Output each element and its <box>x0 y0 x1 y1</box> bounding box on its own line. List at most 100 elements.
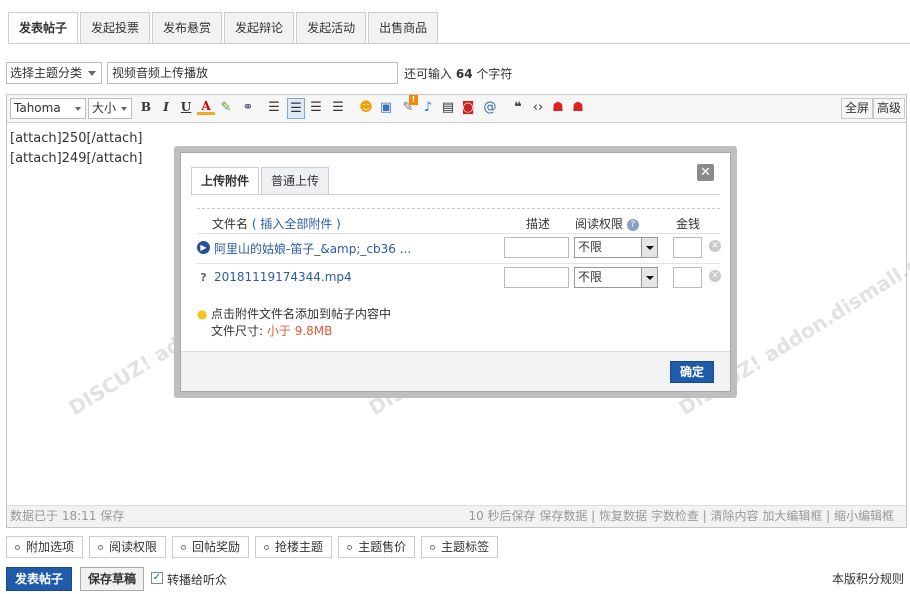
editor-statusbar: 数据已于 18:11 保存 10 秒后保存 保存数据 | 恢复数据 字数检查 |… <box>7 505 906 527</box>
fullscreen-button[interactable]: 全屏 <box>841 98 874 119</box>
close-icon[interactable]: ✕ <box>697 164 714 181</box>
option-label: 主题售价 <box>358 540 407 554</box>
qq-icon[interactable]: ☗ <box>549 98 567 119</box>
align-center-icon[interactable]: ☰ <box>287 98 305 119</box>
dialog-divider <box>197 208 720 209</box>
subject-row: 选择主题分类 视频音频上传播放 还可输入 64 个字符 <box>6 62 910 84</box>
attachment-filename[interactable]: 阿里山的姑娘-笛子_&amp;_cb36 ... <box>214 240 411 257</box>
justify-icon[interactable]: ☰ <box>329 98 347 119</box>
save-draft-button[interactable]: 保存草稿 <box>80 567 144 591</box>
money-input[interactable] <box>673 237 702 258</box>
align-left-icon[interactable]: ☰ <box>265 98 283 119</box>
submit-post-button[interactable]: 发表帖子 <box>6 567 72 591</box>
code-icon[interactable]: ‹› <box>529 98 547 119</box>
subject-input[interactable]: 视频音频上传播放 <box>107 62 398 84</box>
permission-select[interactable]: 不限 <box>574 267 658 288</box>
italic-icon[interactable]: I <box>157 98 175 119</box>
flash-icon[interactable]: ◙ <box>459 98 477 119</box>
post-type-tabs: 发表帖子 发起投票 发布悬赏 发起辩论 发起活动 出售商品 <box>8 12 439 44</box>
option-extra[interactable]: 附加选项 <box>6 536 84 558</box>
video-icon[interactable]: ▤ <box>439 98 457 119</box>
font-family-select[interactable]: Tahoma <box>10 98 86 119</box>
font-size-label: 大小 <box>92 101 117 115</box>
chevron-down-icon <box>75 107 81 111</box>
tab-activity[interactable]: 发起活动 <box>296 12 367 43</box>
quote-icon[interactable]: ❝ <box>509 98 527 119</box>
editor-line: [attach]249[/attach] <box>10 151 143 166</box>
qq-group-icon[interactable]: ☗ <box>569 98 587 119</box>
option-label: 抢楼主题 <box>275 540 324 554</box>
at-icon[interactable]: @ <box>481 98 499 119</box>
option-reply-reward[interactable]: 回帖奖励 <box>172 536 250 558</box>
col-filename-label: 文件名 <box>212 217 249 231</box>
bullet-icon <box>181 545 187 550</box>
play-icon: ▶ <box>197 241 210 254</box>
upload-tabs: 上传附件 普通上传 <box>191 167 330 195</box>
col-desc: 描述 <box>526 217 551 231</box>
remain-suffix: 个字符 <box>476 67 513 81</box>
align-right-icon[interactable]: ☰ <box>307 98 325 119</box>
col-perm: 阅读权限 ? <box>575 215 639 232</box>
help-icon[interactable]: ? <box>626 218 639 231</box>
font-size-select[interactable]: 大小 <box>88 98 132 119</box>
dialog-footer: 确定 <box>181 351 730 391</box>
option-read-permission[interactable]: 阅读权限 <box>89 536 167 558</box>
permission-value: 不限 <box>578 270 603 284</box>
category-select[interactable]: 选择主题分类 <box>6 62 102 84</box>
underline-icon[interactable]: U <box>177 98 195 119</box>
tip-text: 点击附件文件名添加到帖子内容中 <box>211 307 392 321</box>
remain-count: 64 <box>455 67 473 81</box>
option-tags[interactable]: 主题标签 <box>421 536 499 558</box>
font-color-icon[interactable]: A <box>197 98 215 115</box>
chevron-down-icon <box>641 268 657 287</box>
editor-toolbar: Tahoma 大小 B I U A ✎ ⚭ ☰ ☰ ☰ ☰ ☻ ▣ ✎ ! ♪ … <box>7 95 906 123</box>
option-floor-grab[interactable]: 抢楼主题 <box>255 536 333 558</box>
tabs-divider <box>8 43 910 44</box>
confirm-button[interactable]: 确定 <box>670 361 714 383</box>
permission-select[interactable]: 不限 <box>574 237 658 258</box>
chevron-down-icon <box>121 107 127 111</box>
attachment-filename[interactable]: 20181119174344.mp4 <box>214 270 352 284</box>
tab-reward[interactable]: 发布悬赏 <box>152 12 223 43</box>
extra-options: 附加选项 阅读权限 回帖奖励 抢楼主题 主题售价 主题标签 <box>6 536 499 558</box>
option-price[interactable]: 主题售价 <box>338 536 416 558</box>
attachment-row: ? 20181119174344.mp4 不限 ✕ <box>197 263 721 291</box>
bold-icon[interactable]: B <box>137 98 155 119</box>
remaining-chars: 还可输入 64 个字符 <box>404 65 512 82</box>
advanced-button[interactable]: 高级 <box>873 98 906 119</box>
insert-all-link[interactable]: ( 插入全部附件 ) <box>252 217 341 231</box>
editor-content[interactable]: [attach]250[/attach] [attach]249[/attach… <box>10 129 143 169</box>
image-icon[interactable]: ▣ <box>377 98 395 119</box>
editor-line: [attach]250[/attach] <box>10 131 143 146</box>
tab-poll[interactable]: 发起投票 <box>80 12 151 43</box>
remain-prefix: 还可输入 <box>404 67 453 81</box>
dialog-tabs-divider <box>191 194 720 195</box>
col-filename: 文件名 ( 插入全部附件 ) <box>212 215 341 232</box>
attachment-badge-icon: ! <box>409 95 418 105</box>
money-input[interactable] <box>673 267 702 288</box>
tab-post[interactable]: 发表帖子 <box>8 12 79 44</box>
music-icon[interactable]: ♪ <box>419 98 437 119</box>
highlight-icon[interactable]: ✎ <box>217 98 235 119</box>
smiley-icon[interactable]: ☻ <box>357 98 375 119</box>
tab-debate[interactable]: 发起辩论 <box>224 12 295 43</box>
credit-rules-link[interactable]: 本版积分规则 <box>832 570 904 587</box>
forward-checkbox[interactable]: ✓ <box>151 572 163 584</box>
editor-actions-links[interactable]: 10 秒后保存 保存数据 | 恢复数据 字数检查 | 清除内容 加大编辑框 | … <box>468 506 894 527</box>
link-icon[interactable]: ⚭ <box>239 98 257 119</box>
lightbulb-icon: ● <box>197 307 208 321</box>
description-input[interactable] <box>504 267 569 288</box>
tab-normal-upload[interactable]: 普通上传 <box>261 167 330 194</box>
description-input[interactable] <box>504 237 569 258</box>
file-size-limit: 文件尺寸: 小于 9.8MB <box>211 323 332 340</box>
col-perm-label: 阅读权限 <box>575 217 624 231</box>
bullet-icon <box>347 545 353 550</box>
delete-icon[interactable]: ✕ <box>709 270 721 282</box>
autosave-status: 数据已于 18:11 保存 <box>10 509 125 523</box>
tab-trade[interactable]: 出售商品 <box>368 12 439 43</box>
delete-icon[interactable]: ✕ <box>709 240 721 252</box>
permission-value: 不限 <box>578 240 603 254</box>
tab-upload-attachment[interactable]: 上传附件 <box>191 167 260 195</box>
col-money: 金钱 <box>676 217 701 231</box>
option-label: 回帖奖励 <box>192 540 241 554</box>
